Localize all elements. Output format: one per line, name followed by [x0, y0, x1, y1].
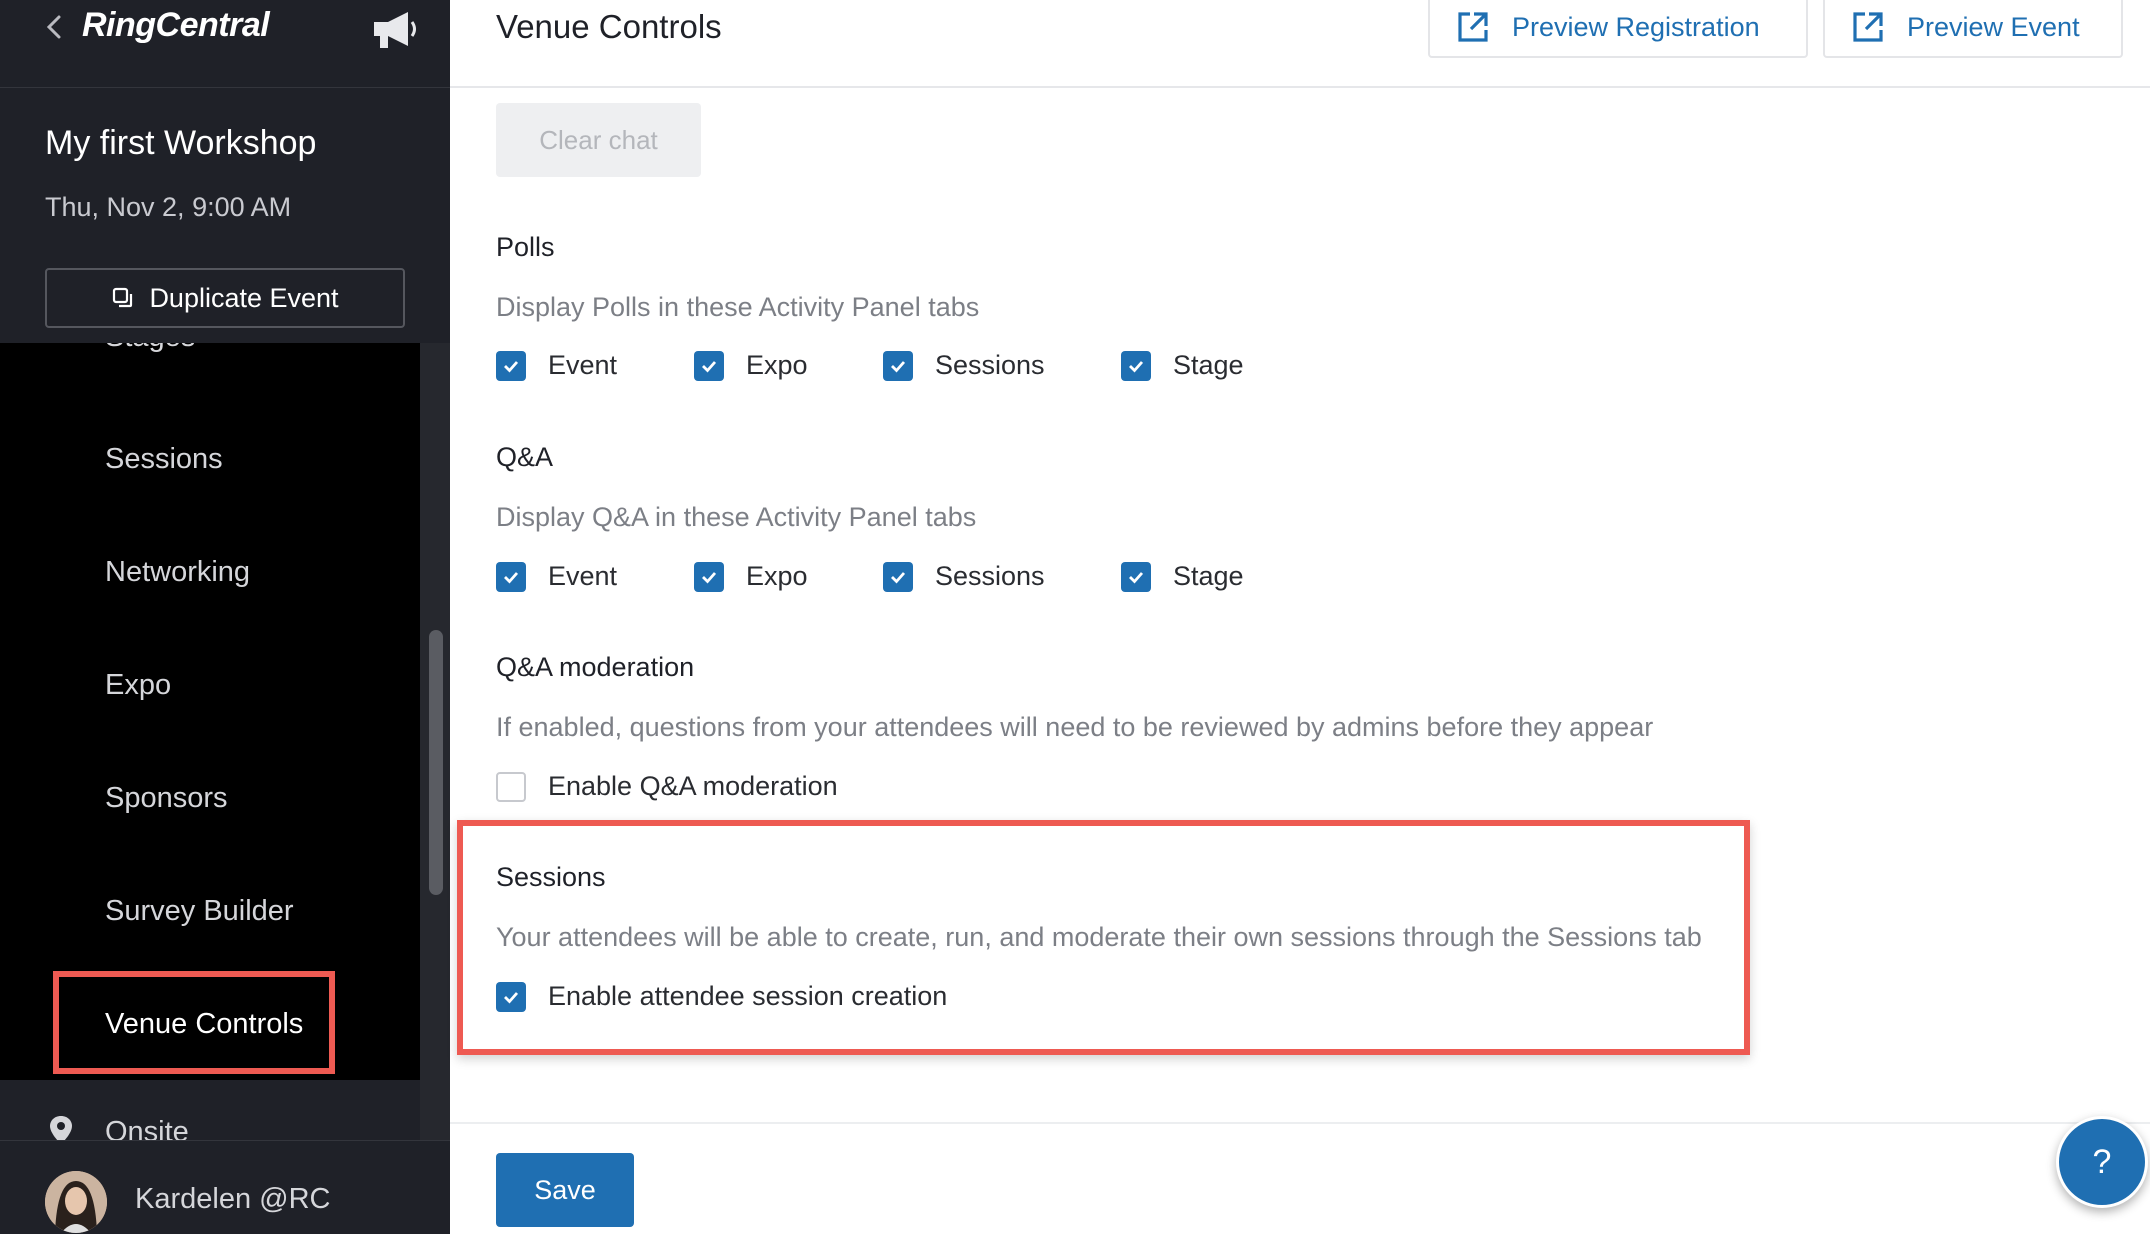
- qa-event-label: Event: [548, 561, 618, 591]
- qa-moderation-title: Q&A moderation: [496, 652, 695, 682]
- attendee-session-creation-checkbox[interactable]: Enable attendee session creation: [496, 981, 947, 1012]
- sidebar-item-survey-builder[interactable]: Survey Builder: [105, 895, 294, 928]
- page-title: Venue Controls: [496, 8, 722, 45]
- preview-registration-label: Preview Registration: [1512, 11, 1760, 42]
- qa-sessions-label: Sessions: [935, 561, 1045, 591]
- polls-stage-checkbox[interactable]: Stage: [1121, 350, 1244, 381]
- polls-expo-label: Expo: [746, 350, 808, 380]
- checkbox-unchecked-icon[interactable]: [496, 771, 526, 802]
- checkbox-checked-icon[interactable]: [883, 350, 913, 381]
- preview-registration-button[interactable]: Preview Registration: [1428, 0, 1808, 58]
- sidebar: RingCentral My first Workshop Thu, Nov 2…: [0, 0, 450, 1234]
- checkbox-checked-icon[interactable]: [1121, 561, 1151, 592]
- checkbox-checked-icon[interactable]: [496, 561, 526, 592]
- sessions-description: Your attendees will be able to create, r…: [496, 922, 1702, 952]
- qa-moderation-description: If enabled, questions from your attendee…: [496, 712, 1654, 742]
- sidebar-nav[interactable]: Stages Sessions Networking Expo Sponsors…: [0, 343, 420, 1080]
- checkbox-checked-icon[interactable]: [496, 981, 526, 1012]
- page-header: Venue Controls Preview Registration Prev…: [450, 0, 2150, 88]
- preview-event-button[interactable]: Preview Event: [1823, 0, 2123, 58]
- polls-stage-label: Stage: [1173, 350, 1244, 380]
- polls-sessions-checkbox[interactable]: Sessions: [883, 350, 1121, 381]
- map-pin-icon: [50, 1116, 72, 1140]
- qa-moderation-checkbox[interactable]: Enable Q&A moderation: [496, 771, 838, 802]
- checkbox-checked-icon[interactable]: [694, 561, 724, 592]
- external-link-icon: [1458, 12, 1488, 42]
- sidebar-item-sessions[interactable]: Sessions: [105, 443, 223, 476]
- avatar-image: [45, 1171, 107, 1233]
- ringcentral-logo: RingCentral: [82, 6, 270, 44]
- avatar[interactable]: [45, 1171, 107, 1233]
- checkbox-checked-icon[interactable]: [883, 561, 913, 592]
- qa-stage-checkbox[interactable]: Stage: [1121, 561, 1244, 592]
- sessions-title: Sessions: [496, 862, 606, 892]
- help-button[interactable]: ?: [2056, 1116, 2148, 1208]
- checkbox-checked-icon[interactable]: [694, 350, 724, 381]
- qa-title: Q&A: [496, 442, 554, 472]
- megaphone-icon[interactable]: [370, 8, 420, 52]
- sidebar-item-onsite[interactable]: Onsite: [0, 1080, 420, 1140]
- qa-event-checkbox[interactable]: Event: [496, 561, 694, 592]
- sidebar-item-stages[interactable]: Stages: [105, 343, 195, 354]
- sidebar-item-sponsors[interactable]: Sponsors: [105, 782, 228, 815]
- chevron-left-icon[interactable]: [42, 14, 68, 40]
- polls-sessions-label: Sessions: [935, 350, 1045, 380]
- qa-sessions-checkbox[interactable]: Sessions: [883, 561, 1121, 592]
- polls-title: Polls: [496, 232, 555, 262]
- user-name: Kardelen @RC: [135, 1183, 331, 1215]
- copy-icon: [113, 287, 133, 308]
- sidebar-item-networking[interactable]: Networking: [105, 556, 250, 589]
- onsite-label: Onsite: [105, 1116, 189, 1140]
- duplicate-event-label: Duplicate Event: [149, 282, 339, 313]
- checkbox-checked-icon[interactable]: [1121, 350, 1151, 381]
- sidebar-header: RingCentral: [0, 0, 450, 88]
- checkbox-checked-icon[interactable]: [496, 350, 526, 381]
- qa-expo-checkbox[interactable]: Expo: [694, 561, 883, 592]
- polls-description: Display Polls in these Activity Panel ta…: [496, 292, 980, 322]
- event-date: Thu, Nov 2, 9:00 AM: [45, 192, 292, 222]
- polls-event-label: Event: [548, 350, 618, 380]
- polls-options: Event Expo Sessions Stage: [496, 350, 1244, 381]
- user-profile[interactable]: Kardelen @RC: [0, 1140, 450, 1234]
- external-link-icon: [1853, 12, 1883, 42]
- polls-event-checkbox[interactable]: Event: [496, 350, 694, 381]
- qa-stage-label: Stage: [1173, 561, 1244, 591]
- attendee-session-creation-label: Enable attendee session creation: [548, 981, 948, 1011]
- event-title: My first Workshop: [45, 124, 317, 162]
- qa-expo-label: Expo: [746, 561, 808, 591]
- qa-description: Display Q&A in these Activity Panel tabs: [496, 502, 977, 532]
- duplicate-event-button[interactable]: Duplicate Event: [45, 268, 405, 328]
- clear-chat-button[interactable]: Clear chat: [496, 103, 701, 177]
- sidebar-scrollbar-thumb[interactable]: [429, 630, 443, 895]
- main-content: Venue Controls Preview Registration Prev…: [450, 0, 2150, 1234]
- sidebar-item-expo[interactable]: Expo: [105, 669, 171, 702]
- venue-controls-highlight: [53, 971, 335, 1074]
- polls-expo-checkbox[interactable]: Expo: [694, 350, 883, 381]
- qa-moderation-label: Enable Q&A moderation: [548, 771, 838, 801]
- preview-event-label: Preview Event: [1907, 11, 2080, 42]
- save-button[interactable]: Save: [496, 1153, 634, 1227]
- qa-options: Event Expo Sessions Stage: [496, 561, 1244, 592]
- footer-divider: [450, 1122, 2150, 1124]
